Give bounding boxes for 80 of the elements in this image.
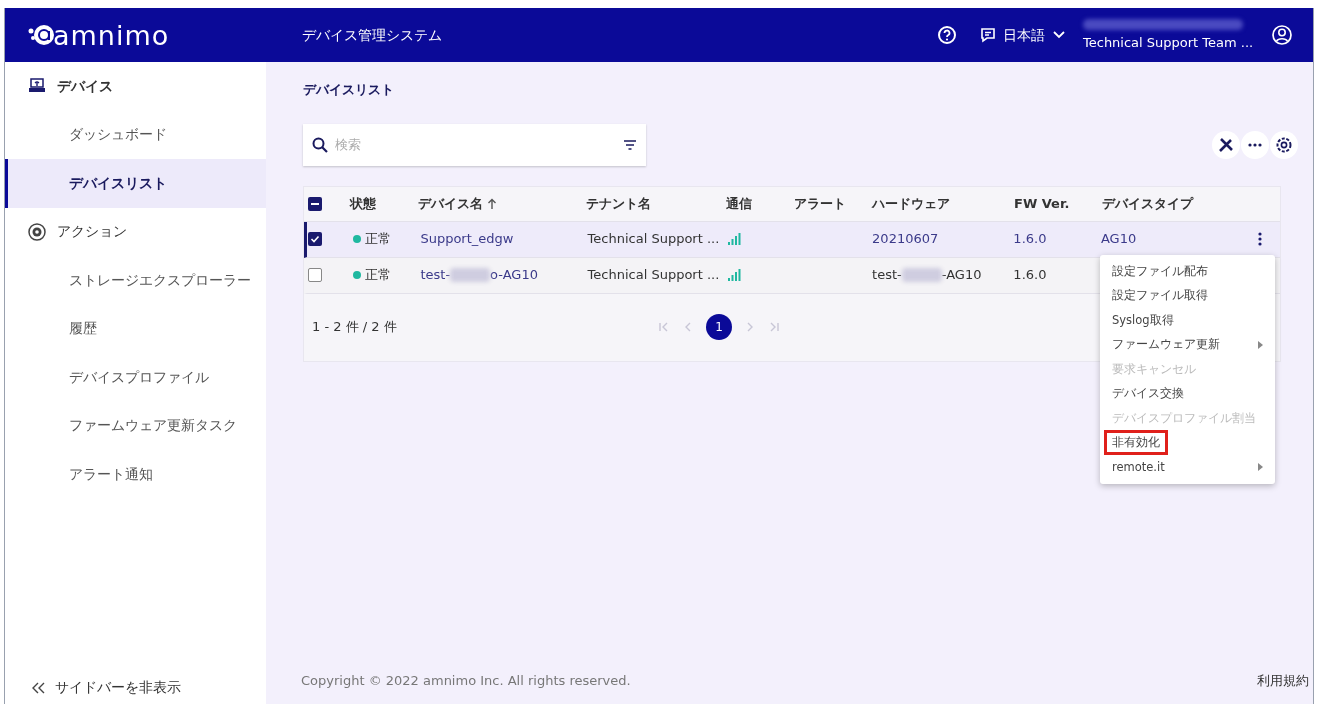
status-text: 正常 — [364, 230, 391, 249]
checkbox[interactable] — [308, 232, 322, 246]
table-cell-text: 1.6.0 — [1013, 266, 1048, 285]
kebab-menu-icon[interactable] — [1258, 232, 1263, 246]
menu-item[interactable]: Syslog取得 — [1100, 308, 1275, 333]
sidebar-label: デバイス — [57, 76, 113, 96]
search-input[interactable]: 検索 — [335, 134, 616, 155]
sidebar-label: アラート通知 — [69, 464, 153, 484]
sidebar-item[interactable]: ファームウェア更新タスク — [5, 401, 266, 450]
menu-item[interactable]: デバイス交換 — [1100, 381, 1275, 406]
table-cell-text: 1.6.0 — [1013, 230, 1048, 249]
table-row[interactable]: 正常 Support_edgw Technical Support ... 20210607 1.6.0 AG10 — [304, 221, 1280, 258]
user-icon[interactable] — [1271, 24, 1293, 46]
search-icon — [311, 135, 329, 154]
tools-button[interactable] — [1212, 130, 1240, 159]
sidebar-item[interactable]: ダッシュボード — [5, 110, 266, 159]
sidebar-item[interactable]: デバイス — [5, 62, 266, 111]
sidebar-item[interactable]: 履歴 — [5, 304, 266, 353]
sidebar-item[interactable]: デバイスリスト — [5, 159, 266, 208]
menu-item[interactable]: 設定ファイル配布 — [1100, 259, 1275, 284]
sidebar-item[interactable]: アラート通知 — [5, 450, 266, 499]
settings-button[interactable] — [1270, 130, 1298, 159]
device-name: o-AG10 — [490, 266, 538, 285]
column-header[interactable]: デバイス名 — [418, 193, 483, 214]
sidebar-label: アクション — [57, 222, 127, 242]
copyright-text: Copyright © 2022 amnimo Inc. All rights reserved. — [301, 671, 632, 690]
menu-item[interactable]: 非有効化 — [1100, 430, 1275, 455]
terms-link[interactable]: 利用規約 — [1257, 670, 1309, 690]
sidebar-label: デバイスプロファイル — [69, 367, 209, 387]
language-label: 日本語 — [1003, 25, 1045, 45]
sidebar-label: デバイスリスト — [69, 173, 167, 193]
table-cell: AG10 — [1100, 231, 1137, 247]
check-icon — [310, 234, 320, 244]
page-button[interactable]: 1 — [706, 314, 732, 340]
tools-icon — [1217, 135, 1235, 154]
column-header[interactable]: デバイスタイプ — [1102, 193, 1193, 214]
sidebar-item[interactable]: デバイスプロファイル — [5, 353, 266, 402]
router-icon — [27, 78, 47, 95]
column-header[interactable]: 状態 — [350, 193, 376, 214]
status-text: 正常 — [364, 266, 391, 285]
chat-icon — [979, 26, 997, 44]
table-cell-text: Technical Support ... — [587, 230, 721, 249]
page-count: 1 - 2 件 / 2 件 — [312, 318, 398, 337]
device-name: test- — [420, 266, 451, 285]
menu-item[interactable]: ファームウェア更新 — [1100, 332, 1275, 357]
app-title: デバイス管理システム — [301, 25, 443, 45]
device-name: Support_edgw — [420, 230, 514, 249]
logo-text: amnimo — [53, 21, 170, 49]
more-icon — [1248, 142, 1262, 147]
menu-item[interactable]: remote.it — [1100, 455, 1275, 480]
sidebar-label: 履歴 — [69, 319, 97, 339]
table-cell-text: test- — [872, 266, 902, 285]
sidebar-label: ダッシュボード — [69, 125, 167, 145]
gear-icon — [27, 221, 47, 242]
redacted-text — [901, 268, 942, 282]
breadcrumb: デバイスリスト — [303, 81, 395, 99]
checkbox[interactable] — [308, 268, 322, 282]
account-name[interactable]: Technical Support Team ... — [1083, 33, 1254, 53]
settings-icon — [1275, 135, 1293, 154]
sidebar-label: ストレージエクスプローラー — [69, 270, 251, 290]
sidebar-item[interactable]: ストレージエクスプローラー — [5, 256, 266, 305]
sidebar-label: ファームウェア更新タスク — [69, 416, 237, 436]
minus-icon — [311, 202, 319, 205]
double-chevron-left-icon — [31, 680, 47, 695]
table-cell-text: 20210607 — [872, 230, 939, 249]
table-cell-text: -AG10 — [941, 266, 982, 285]
sidebar-item[interactable]: アクション — [5, 207, 266, 256]
logo-icon — [27, 22, 55, 48]
table-cell-text: Technical Support ... — [587, 266, 721, 285]
column-header[interactable]: アラート — [794, 193, 846, 214]
search-field[interactable]: 検索 — [303, 123, 646, 166]
column-header[interactable]: FW Ver. — [1014, 193, 1070, 214]
checkbox[interactable] — [308, 196, 322, 211]
column-header[interactable]: ハードウェア — [872, 193, 950, 214]
language-selector[interactable]: 日本語 — [979, 24, 1067, 46]
column-header[interactable]: テナント名 — [586, 193, 651, 214]
redacted-text — [450, 268, 491, 282]
help-icon[interactable] — [937, 25, 957, 45]
hide-sidebar-button[interactable]: サイドバーを非表示 — [31, 677, 181, 698]
column-header[interactable]: 通信 — [726, 193, 752, 214]
